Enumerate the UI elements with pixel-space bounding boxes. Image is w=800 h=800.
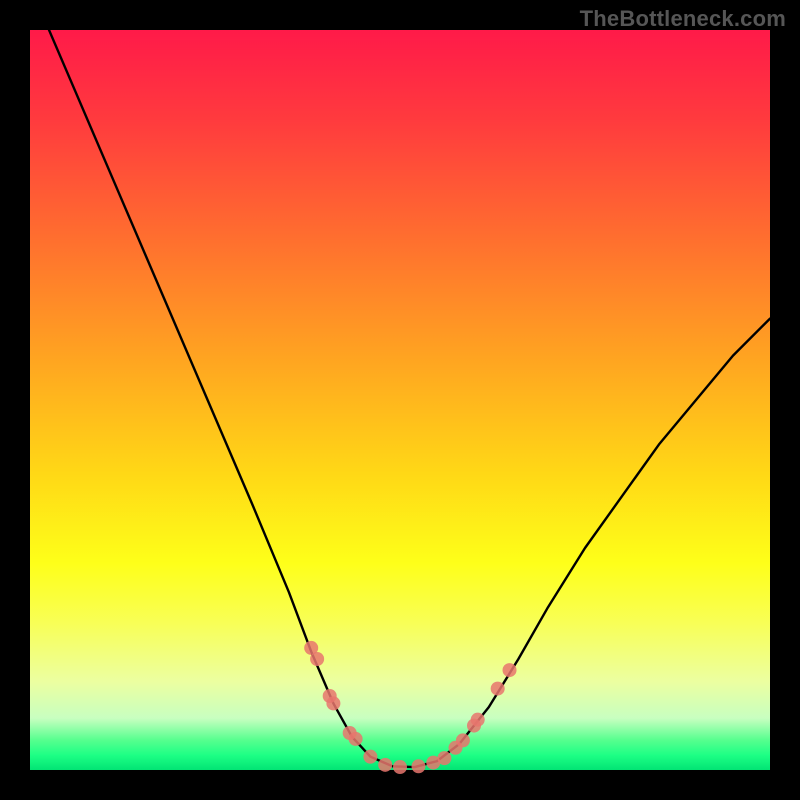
data-marker [310, 652, 324, 666]
data-marker [437, 751, 451, 765]
data-marker [363, 750, 377, 764]
data-marker [378, 758, 392, 772]
marker-layer [304, 641, 516, 774]
data-marker [412, 759, 426, 773]
data-marker [326, 696, 340, 710]
data-marker [503, 663, 517, 677]
data-marker [491, 682, 505, 696]
data-marker [456, 733, 470, 747]
plot-area [30, 30, 770, 770]
data-marker [471, 713, 485, 727]
curve-layer [30, 0, 770, 767]
bottleneck-curve [30, 0, 770, 767]
chart-frame: TheBottleneck.com [0, 0, 800, 800]
watermark-text: TheBottleneck.com [580, 6, 786, 32]
data-marker [393, 760, 407, 774]
data-marker [349, 732, 363, 746]
chart-svg [30, 30, 770, 770]
